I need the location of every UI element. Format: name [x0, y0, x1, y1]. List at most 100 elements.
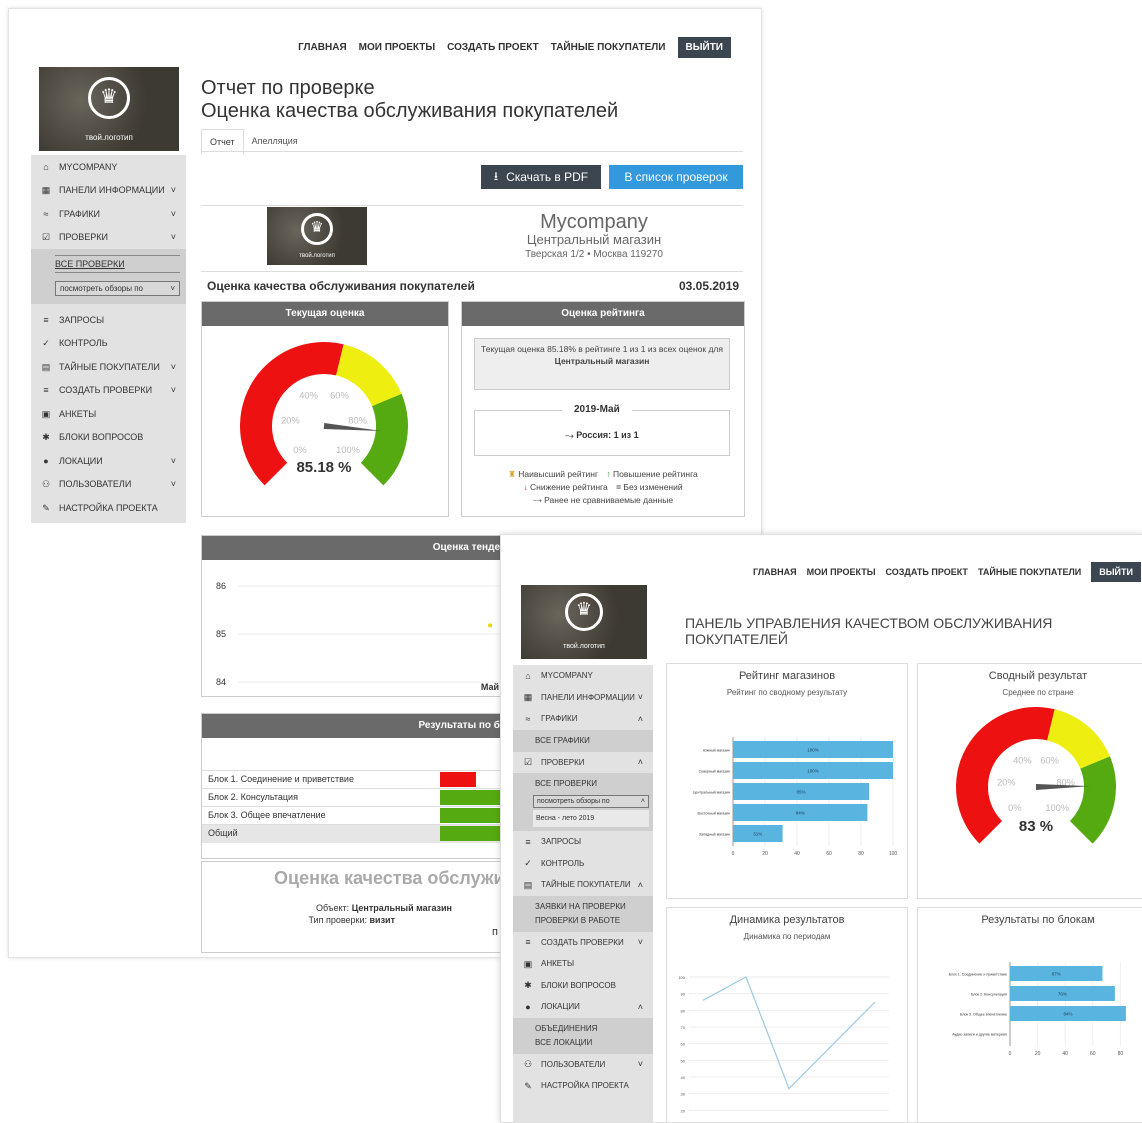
- dynamics-title: Динамика результатов: [729, 914, 845, 926]
- chevron-down-icon[interactable]: ˅: [171, 185, 176, 195]
- sidebar-item-requests[interactable]: ≡ ЗАПРОСЫ: [513, 831, 653, 853]
- sidebar-item-users[interactable]: ⚇ ПОЛЬЗОВАТЕЛИ ˅: [31, 473, 186, 497]
- sidebar-item-location[interactable]: ● ЛОКАЦИИ ˄: [513, 996, 653, 1018]
- reviews-option[interactable]: Весна - лето 2019: [533, 810, 649, 827]
- bar-x-tick: 80: [858, 851, 864, 857]
- report-logo: ♛ твой.логотип: [267, 207, 367, 265]
- sidebar-item-check[interactable]: ✓ КОНТРОЛЬ: [513, 853, 653, 875]
- blocks-results-chart: 020406080100Блок 1. Соединение и приветс…: [949, 962, 1126, 1057]
- arrow-down-icon: ↓: [523, 482, 528, 492]
- sidebar-item-message[interactable]: ▤ ТАЙНЫЕ ПОКУПАТЕЛИ ˅: [31, 355, 186, 379]
- nav-create-project-link[interactable]: СОЗДАТЬ ПРОЕКТ: [447, 42, 539, 53]
- gauge-value: 85.18 %: [296, 459, 351, 476]
- chevron-up-icon[interactable]: ˄: [638, 757, 643, 767]
- sidebar-item-puzzle[interactable]: ✱ БЛОКИ ВОПРОСОВ: [513, 975, 653, 997]
- chevron-down-icon: ˅: [170, 284, 175, 293]
- bar-x-tick: 40: [794, 851, 800, 857]
- sidebar-item-location[interactable]: ● ЛОКАЦИИ ˅: [31, 449, 186, 473]
- crown-icon: ♛: [100, 86, 118, 108]
- chevron-down-icon[interactable]: ˅: [171, 232, 176, 242]
- nav-mystery-shoppers-link[interactable]: ТАЙНЫЕ ПОКУПАТЕЛИ: [978, 567, 1081, 577]
- sidebar-item-label: ПРОВЕРКИ: [59, 232, 108, 243]
- sidebar-item-label: СОЗДАТЬ ПРОВЕРКИ: [541, 937, 624, 947]
- chevron-up-icon[interactable]: ˄: [638, 880, 643, 890]
- sidebar-link-all-checks[interactable]: ВСЕ ПРОВЕРКИ: [55, 255, 180, 273]
- nav-home-link[interactable]: ГЛАВНАЯ: [753, 567, 797, 577]
- sidebar-item-message[interactable]: ▤ ТАЙНЫЕ ПОКУПАТЕЛИ ˄: [513, 874, 653, 896]
- home-icon: ⌂: [43, 161, 49, 172]
- sidebar-subitem[interactable]: ЗАЯВКИ НА ПРОВЕРКИ: [535, 900, 649, 914]
- crown-icon: ♛: [310, 219, 324, 236]
- sidebar-subitem[interactable]: ОБЪЕДИНЕНИЯ: [535, 1022, 649, 1036]
- sidebar-item-chart[interactable]: ≈ ГРАФИКИ ˄: [513, 708, 653, 730]
- checkbox-icon: ☑: [523, 757, 533, 768]
- chevron-down-icon[interactable]: ˅: [171, 385, 176, 395]
- sidebar-item-home[interactable]: ⌂ MYCOMPANY: [513, 665, 653, 687]
- line-y-tick: 50: [681, 1058, 686, 1063]
- chevron-down-icon[interactable]: ˅: [171, 209, 176, 219]
- sidebar-item-checkbox[interactable]: ☑ ПРОВЕРКИ ˄: [513, 752, 653, 774]
- sidebar-item-dashboard[interactable]: ▦ ПАНЕЛИ ИНФОРМАЦИИ ˅: [31, 179, 186, 203]
- nav-home-link[interactable]: ГЛАВНАЯ: [298, 42, 347, 53]
- download-pdf-button[interactable]: ⭳ Скачать в PDF: [481, 165, 601, 189]
- chevron-up-icon[interactable]: ˄: [638, 1002, 643, 1012]
- sidebar-item-users[interactable]: ⚇ ПОЛЬЗОВАТЕЛИ ˅: [513, 1054, 653, 1076]
- sidebar-item-dashboard[interactable]: ▦ ПАНЕЛИ ИНФОРМАЦИИ ˅: [513, 687, 653, 709]
- sidebar-item-check[interactable]: ✓ КОНТРОЛЬ: [31, 332, 186, 356]
- chevron-down-icon[interactable]: ˅: [171, 479, 176, 489]
- logout-button[interactable]: ВЫЙТИ: [677, 37, 731, 58]
- legend-highest: Наивысший рейтинг: [518, 469, 599, 479]
- bar-data-label: 84%: [796, 811, 805, 816]
- bar-category-label: Центральный магазин: [693, 791, 730, 795]
- nav-mystery-shoppers-link[interactable]: ТАЙНЫЕ ПОКУПАТЕЛИ: [551, 42, 666, 53]
- sidebar-item-wrench[interactable]: ✎ НАСТРОЙКА ПРОЕКТА: [31, 496, 186, 520]
- summary-details: Объект: Центральный магазин Тип проверки…: [222, 902, 452, 926]
- reviews-select[interactable]: посмотреть обзоры по ˅: [55, 281, 180, 296]
- sidebar-item-create[interactable]: ≡ СОЗДАТЬ ПРОВЕРКИ ˅: [513, 932, 653, 954]
- nav-projects-link[interactable]: МОИ ПРОЕКТЫ: [359, 42, 436, 53]
- chevron-down-icon[interactable]: ˅: [638, 937, 643, 947]
- chevron-down-icon[interactable]: ˅: [171, 456, 176, 466]
- sidebar-item-puzzle[interactable]: ✱ БЛОКИ ВОПРОСОВ: [31, 426, 186, 450]
- line-y-tick: 20: [681, 1108, 686, 1113]
- summary-result-title: Сводный результат: [988, 670, 1088, 682]
- sidebar-item-checkbox[interactable]: ☑ ПРОВЕРКИ ˅: [31, 226, 186, 250]
- chevron-down-icon[interactable]: ˅: [638, 1059, 643, 1069]
- store-rating-card: Рейтинг магазинов Рейтинг по сводному ре…: [666, 663, 908, 899]
- type-value: визит: [369, 915, 395, 925]
- report-date: 03.05.2019: [679, 279, 740, 293]
- sidebar-item-wrench[interactable]: ✎ НАСТРОЙКА ПРОЕКТА: [513, 1075, 653, 1097]
- sidebar-subitem[interactable]: ВСЕ ЛОКАЦИИ: [535, 1036, 649, 1050]
- sidebar-item-form[interactable]: ▣ АНКЕТЫ: [513, 953, 653, 975]
- logout-button[interactable]: ВЫЙТИ: [1091, 562, 1141, 582]
- back-to-list-button[interactable]: В список проверок: [609, 165, 743, 189]
- sidebar-item-label: ГРАФИКИ: [541, 714, 578, 724]
- sidebar-item-chart[interactable]: ≈ ГРАФИКИ ˅: [31, 202, 186, 226]
- bar-data-label: 67%: [1052, 972, 1061, 977]
- store-rating-subtitle: Рейтинг по сводному результату: [726, 688, 848, 697]
- bar-data-label: 84%: [1063, 1012, 1072, 1017]
- bar-x-tick: 80: [1118, 1051, 1124, 1057]
- requests-icon: ≡: [43, 314, 49, 325]
- dynamics-chart: 102030405060708090100Period 1Period 2Per…: [678, 975, 889, 1113]
- block-label: Блок 1. Соединение и приветствие: [208, 774, 354, 784]
- chevron-down-icon[interactable]: ˅: [638, 692, 643, 702]
- nav-projects-link[interactable]: МОИ ПРОЕКТЫ: [807, 567, 876, 577]
- sidebar-subitem[interactable]: ПРОВЕРКИ В РАБОТЕ: [535, 914, 649, 928]
- divider: [201, 205, 743, 206]
- bar-x-tick: 0: [732, 851, 735, 857]
- object-label: Объект:: [316, 903, 350, 913]
- block-result-bar: [440, 790, 500, 805]
- sidebar-subitem[interactable]: ВСЕ ГРАФИКИ: [535, 734, 649, 748]
- sidebar-item-requests[interactable]: ≡ ЗАПРОСЫ: [31, 308, 186, 332]
- line-y-tick: 80: [681, 1008, 686, 1013]
- sidebar-item-home[interactable]: ⌂ MYCOMPANY: [31, 155, 186, 179]
- sidebar-submenu: ВСЕ ПРОВЕРКИ посмотреть обзоры по ˅: [31, 249, 186, 304]
- nav-create-project-link[interactable]: СОЗДАТЬ ПРОЕКТ: [886, 567, 968, 577]
- chevron-down-icon[interactable]: ˅: [171, 362, 176, 372]
- chevron-up-icon[interactable]: ˄: [638, 714, 643, 724]
- sidebar-item-form[interactable]: ▣ АНКЕТЫ: [31, 402, 186, 426]
- reviews-select[interactable]: посмотреть обзоры по ˄: [533, 795, 649, 808]
- sidebar-item-create[interactable]: ≡ СОЗДАТЬ ПРОВЕРКИ ˅: [31, 379, 186, 403]
- sidebar-subitem[interactable]: ВСЕ ПРОВЕРКИ: [535, 777, 649, 791]
